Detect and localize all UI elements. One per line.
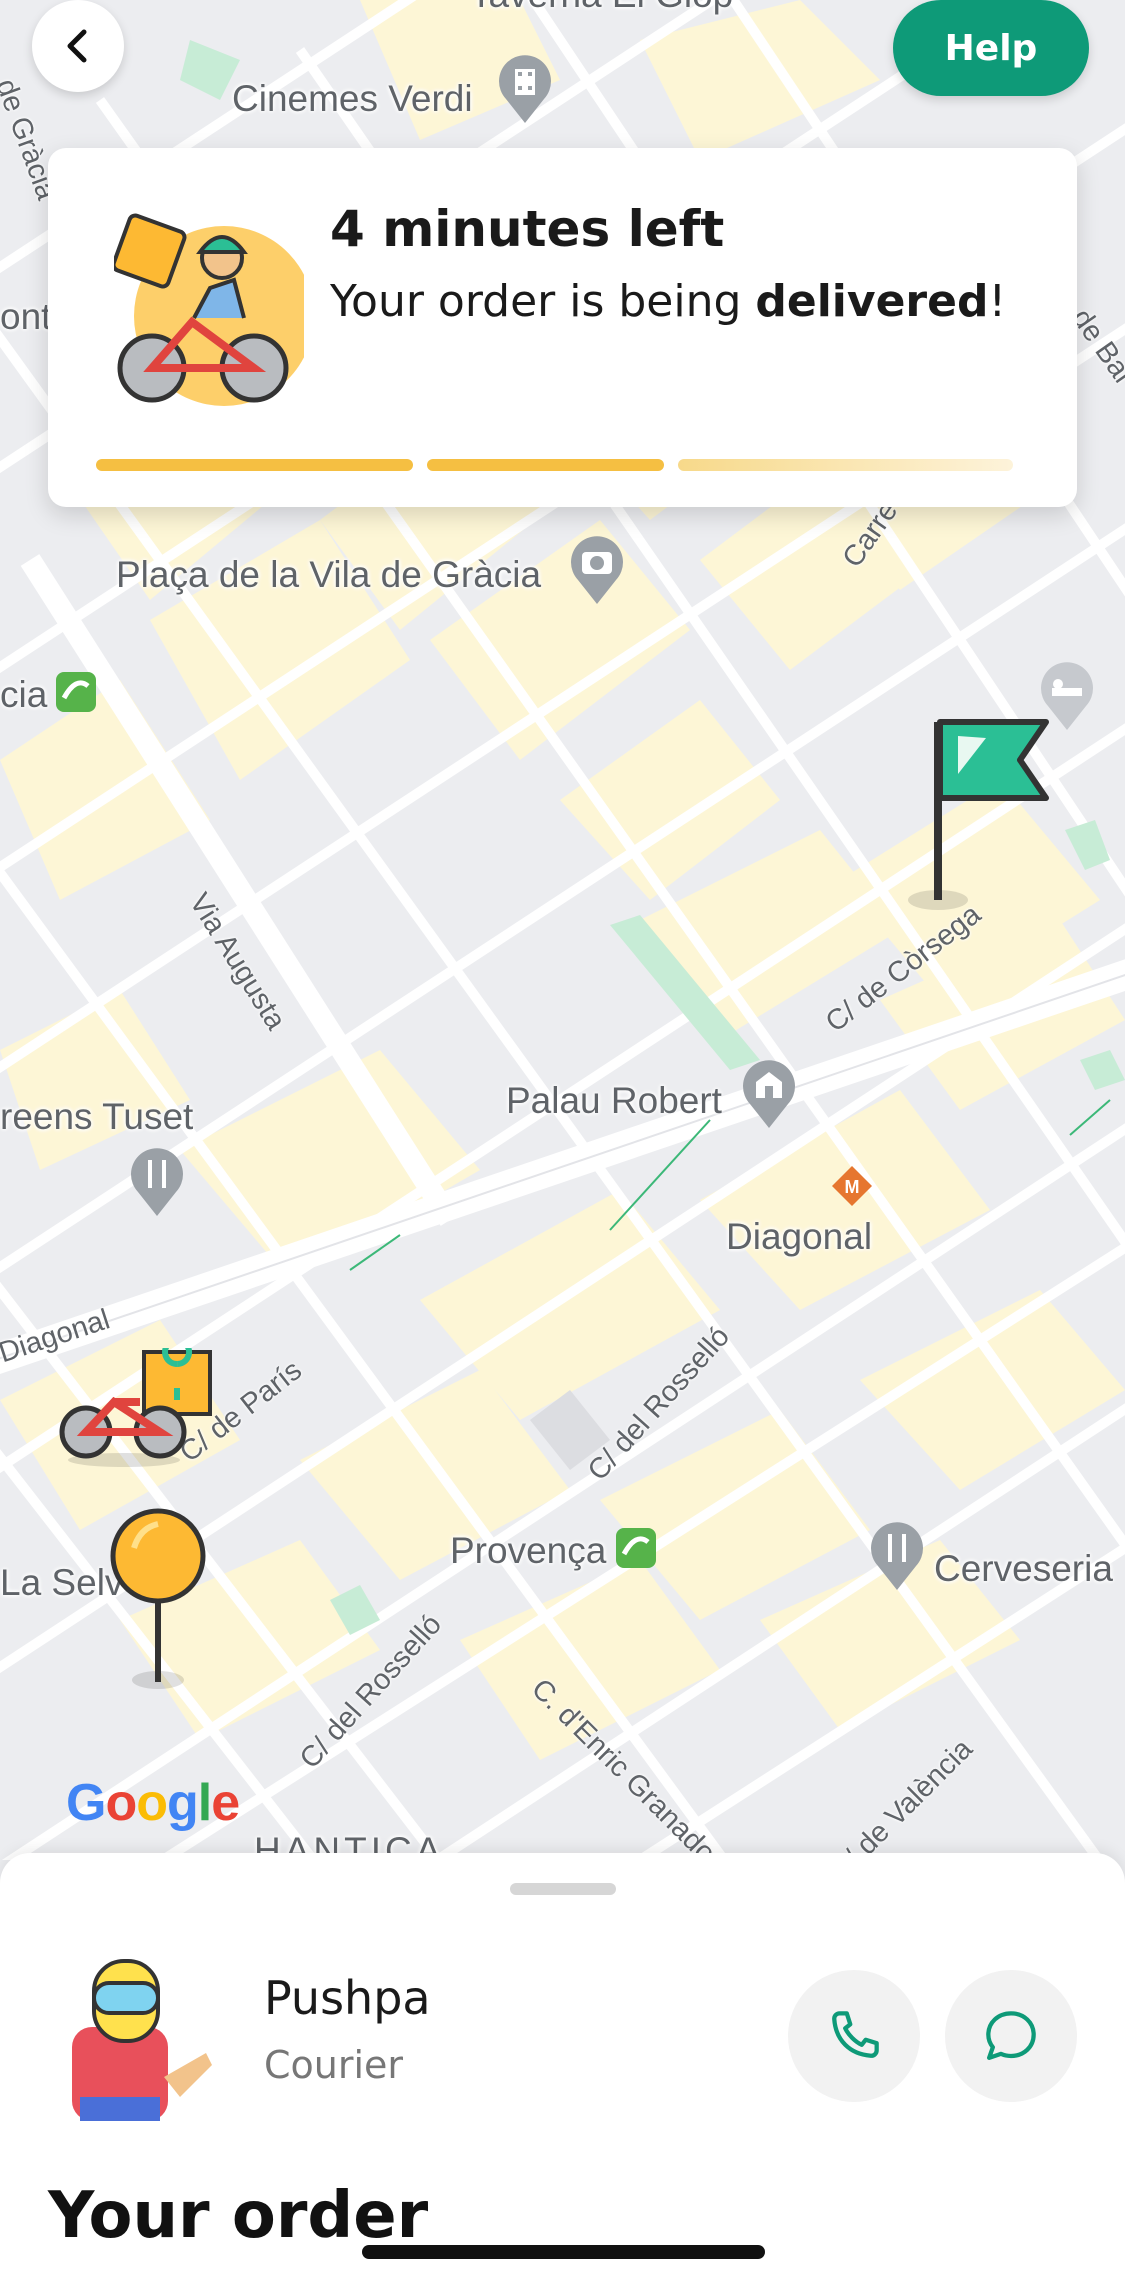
- chat-bubble-icon: [986, 2011, 1036, 2060]
- google-logo: Google: [66, 1774, 240, 1832]
- cinema-poi-icon[interactable]: [496, 55, 554, 125]
- camera-poi-icon[interactable]: [568, 534, 626, 606]
- map-label-greens-tuset: reens Tuset: [0, 1096, 194, 1137]
- call-courier-button[interactable]: [788, 1970, 920, 2102]
- status-subtitle: Your order is being delivered!: [330, 276, 1006, 327]
- back-button[interactable]: [32, 0, 124, 92]
- courier-avatar: [72, 1959, 212, 2121]
- your-order-heading: Your order: [48, 2179, 429, 2253]
- map-label-provenca: Provença: [450, 1530, 607, 1571]
- help-button[interactable]: Help: [893, 0, 1089, 96]
- progress-segment-2: [427, 459, 664, 471]
- restaurant-poi-icon-2[interactable]: [868, 1520, 926, 1592]
- home-indicator[interactable]: [362, 2245, 765, 2259]
- svg-text:M: M: [845, 1177, 860, 1197]
- sheet-drag-handle[interactable]: [510, 1883, 616, 1895]
- courier-bottom-sheet[interactable]: Pushpa Courier Your order: [0, 1853, 1125, 2284]
- courier-illustration-icon: [114, 213, 304, 406]
- map-label-cinemes-verdi: Cinemes Verdi: [232, 78, 473, 119]
- status-subtitle-suffix: !: [988, 276, 1007, 327]
- delivery-progress-bar: [96, 459, 1029, 471]
- progress-segment-3: [678, 459, 1013, 471]
- transit-station-icon-2[interactable]: [614, 1526, 658, 1570]
- courier-role: Courier: [264, 2043, 404, 2087]
- landmark-poi-icon[interactable]: [740, 1058, 798, 1130]
- chevron-left-icon: [67, 29, 87, 63]
- map-label-diagonal-metro: Diagonal: [726, 1216, 873, 1257]
- map-label-placa-vila-gracia: Plaça de la Vila de Gràcia: [116, 554, 542, 595]
- pickup-pin-icon: [110, 1508, 206, 1689]
- progress-segment-1: [96, 459, 413, 471]
- restaurant-poi-icon[interactable]: [128, 1146, 186, 1218]
- map-label-palau-robert: Palau Robert: [506, 1080, 722, 1121]
- status-subtitle-bold: delivered: [755, 276, 989, 327]
- eta-title: 4 minutes left: [330, 200, 725, 258]
- phone-icon: [832, 2011, 879, 2058]
- courier-bike-marker-icon: [59, 1348, 212, 1467]
- delivery-status-card: 4 minutes left Your order is being deliv…: [48, 148, 1077, 507]
- map-label-cia: cia: [0, 674, 48, 715]
- map-label-taverna: Taverna El Glop: [470, 0, 733, 16]
- courier-name: Pushpa: [264, 1971, 431, 2025]
- transit-station-icon[interactable]: [54, 670, 98, 714]
- chat-courier-button[interactable]: [945, 1970, 1077, 2102]
- destination-flag-icon: [908, 719, 1049, 910]
- metro-icon[interactable]: M: [830, 1164, 874, 1208]
- map-label-cerveseria: Cerveseria: [934, 1548, 1113, 1589]
- map-label-la-selva: La Selv: [0, 1562, 124, 1603]
- status-subtitle-prefix: Your order is being: [330, 276, 756, 327]
